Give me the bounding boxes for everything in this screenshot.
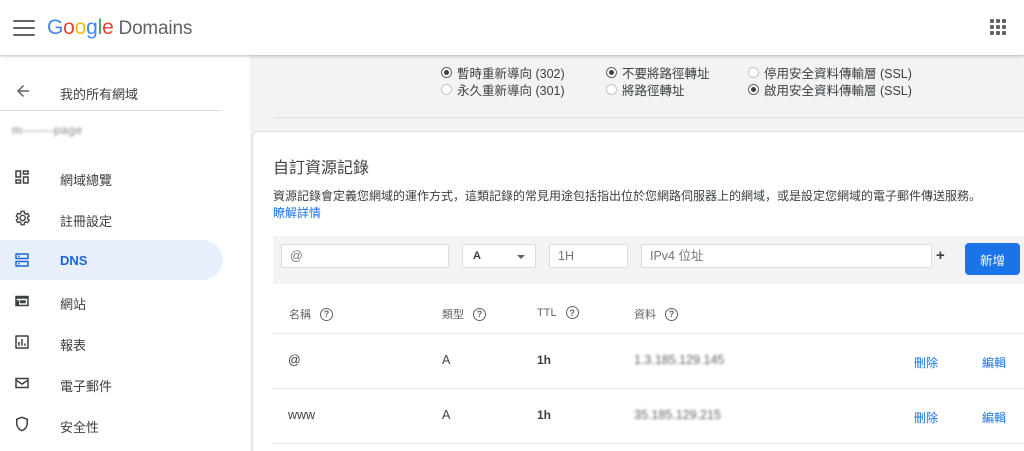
record-name-input[interactable] <box>281 244 449 268</box>
forwarding-options-card: 暫時重新導向 (302) 永久重新導向 (301) 不要將路徑轉址 將路徑轉址 … <box>273 55 1024 118</box>
dashboard-icon <box>15 170 29 184</box>
radio-button[interactable] <box>748 84 759 95</box>
google-domains-logo[interactable]: Google Domains <box>47 16 192 40</box>
record-type: A <box>442 408 451 422</box>
divider <box>273 388 1024 389</box>
top-app-bar: Google Domains <box>0 0 1024 55</box>
record-name: www <box>288 408 316 422</box>
hamburger-menu-icon[interactable] <box>13 19 35 36</box>
apps-grid-icon[interactable] <box>990 19 1006 35</box>
delete-record-link[interactable]: 刪除 <box>914 409 938 426</box>
mail-icon <box>15 377 29 389</box>
edit-record-link[interactable]: 編輯 <box>982 354 1006 371</box>
radio-path-forward[interactable]: 將路徑轉址 <box>606 80 685 99</box>
arrow-back-icon <box>17 85 29 97</box>
sidebar-item-overview[interactable]: 網域總覽 <box>0 157 223 197</box>
learn-more-link[interactable]: 瞭解詳情 <box>273 206 321 220</box>
report-icon <box>15 335 29 349</box>
radio-button[interactable] <box>748 67 759 78</box>
radio-button[interactable] <box>606 67 617 78</box>
sidebar-item-reports[interactable]: 報表 <box>0 322 223 362</box>
help-icon[interactable]: ? <box>473 307 486 321</box>
edit-record-link[interactable]: 編輯 <box>982 409 1006 426</box>
add-data-plus-icon[interactable]: + <box>936 247 945 264</box>
divider <box>273 443 1024 444</box>
divider <box>0 110 222 111</box>
add-record-button[interactable]: 新增 <box>965 243 1020 275</box>
record-data: 1.3.185.129.145 <box>634 353 725 367</box>
radio-enable-ssl[interactable]: 啟用安全資料傳輸層 (SSL) <box>748 80 912 99</box>
radio-button[interactable] <box>606 84 617 95</box>
help-icon[interactable]: ? <box>565 306 579 319</box>
divider <box>273 333 1024 334</box>
record-ttl: 1h <box>537 353 552 367</box>
sidebar-item-dns[interactable]: DNS <box>0 240 223 280</box>
custom-records-card: 自訂資源記錄 資源記錄會定義您網域的運作方式，這類記錄的常見用途包括指出位於您網… <box>252 131 1024 451</box>
radio-button[interactable] <box>441 67 452 78</box>
web-icon <box>15 295 29 307</box>
brand-suffix: Domains <box>118 17 193 39</box>
record-type: A <box>442 353 451 367</box>
record-ttl: 1h <box>537 408 552 422</box>
forwarding-options: 暫時重新導向 (302) 永久重新導向 (301) 不要將路徑轉址 將路徑轉址 … <box>273 55 1024 118</box>
record-data-input[interactable] <box>641 244 932 268</box>
domain-name: m-------page <box>12 123 83 137</box>
section-description: 資源記錄會定義您網域的運作方式，這類記錄的常見用途包括指出位於您網路伺服器上的網… <box>273 189 982 220</box>
sidebar-item-website[interactable]: 網站 <box>0 281 223 321</box>
gear-icon <box>15 210 31 226</box>
delete-record-link[interactable]: 刪除 <box>914 354 938 371</box>
help-icon[interactable]: ? <box>665 307 678 321</box>
column-header-type: 類型 ? <box>442 306 486 322</box>
back-label: 我的所有網域 <box>60 87 139 102</box>
section-gap <box>250 118 1024 132</box>
sidebar: 我的所有網域 m-------page 網域總覽 註冊設定 DNS 網站 報表 <box>0 55 250 451</box>
record-name: @ <box>288 353 301 367</box>
record-type-select[interactable]: A <box>462 244 536 268</box>
dns-icon <box>15 253 29 267</box>
radio-permanent-redirect[interactable]: 永久重新導向 (301) <box>441 80 565 99</box>
record-data: 35.185.129.215 <box>634 408 721 422</box>
add-record-form: A + 新增 <box>273 236 1024 284</box>
sidebar-item-registration[interactable]: 註冊設定 <box>0 198 223 238</box>
ttl-input[interactable] <box>549 244 628 268</box>
section-title: 自訂資源記錄 <box>273 160 370 177</box>
column-header-ttl: TTL ? <box>537 306 579 319</box>
sidebar-item-security[interactable]: 安全性 <box>0 404 223 444</box>
radio-button[interactable] <box>441 84 452 95</box>
column-header-name: 名稱 ? <box>289 306 333 322</box>
shield-icon <box>16 416 28 432</box>
column-header-data: 資料 ? <box>634 306 678 322</box>
chevron-down-icon <box>517 255 525 259</box>
help-icon[interactable]: ? <box>320 307 333 321</box>
sidebar-item-email[interactable]: 電子郵件 <box>0 363 223 403</box>
